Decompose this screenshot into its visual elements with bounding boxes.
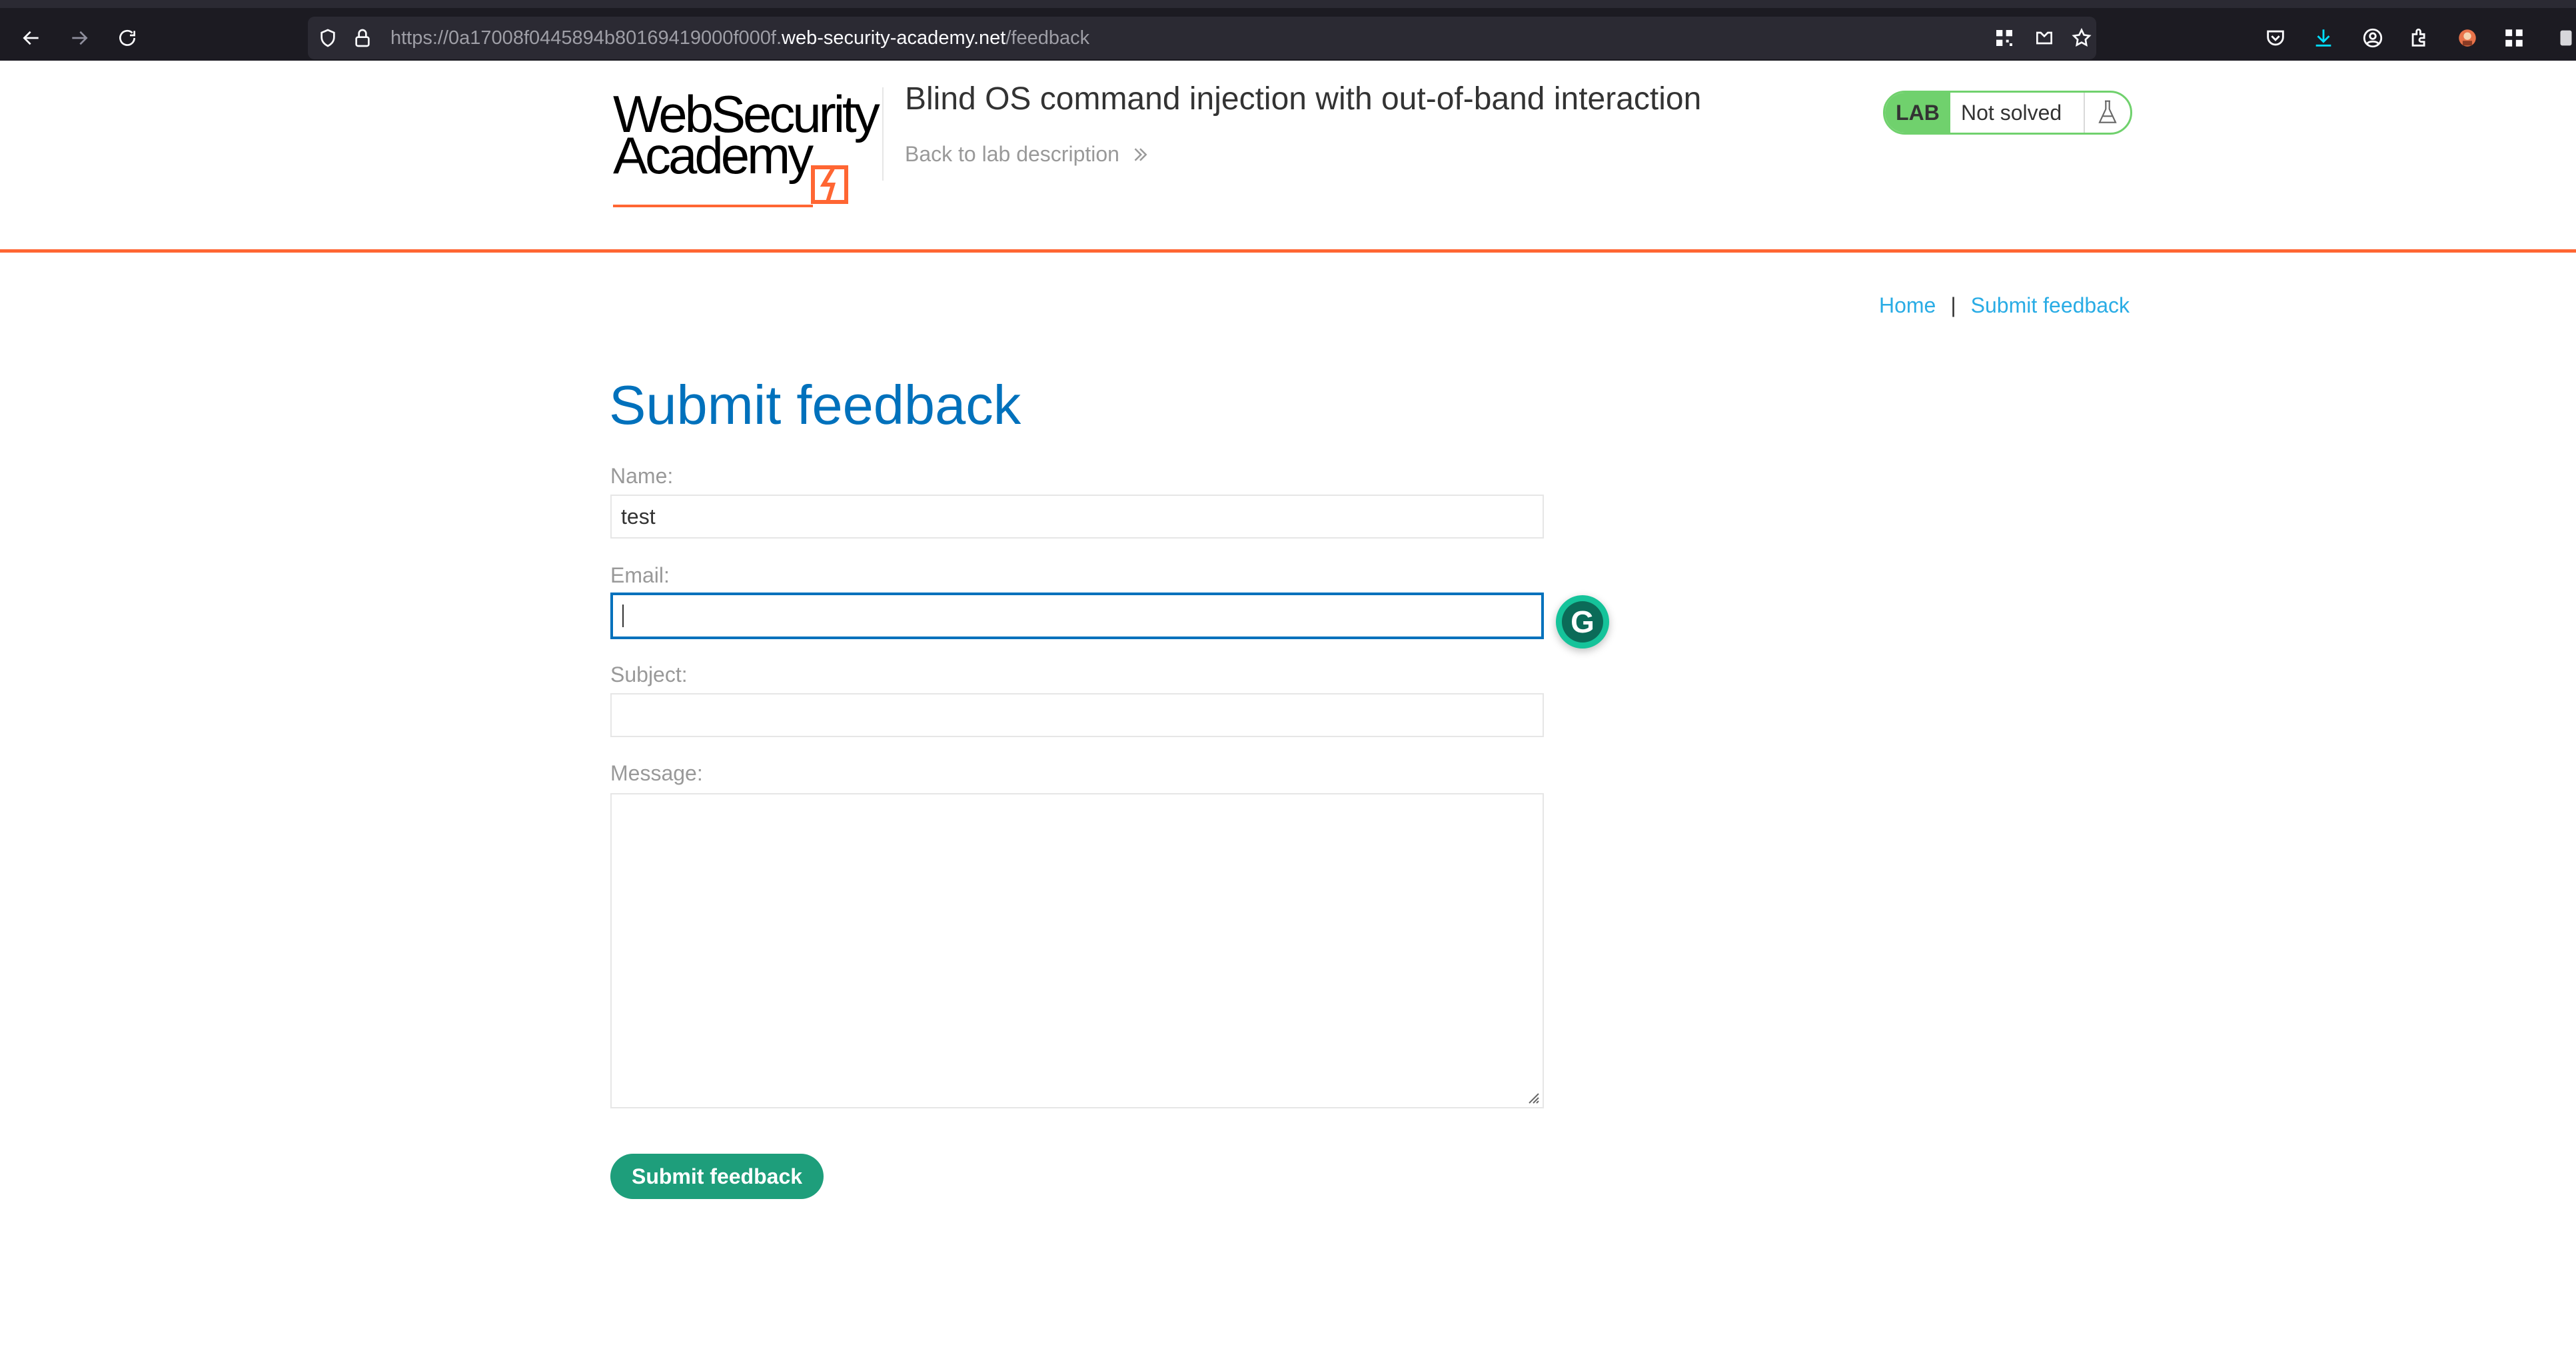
page-title: Submit feedback	[609, 374, 1021, 436]
lab-title: Blind OS command injection with out-of-b…	[905, 81, 1702, 117]
shield-icon[interactable]	[317, 27, 338, 49]
back-to-lab-description-link[interactable]: Back to lab description	[905, 142, 1150, 167]
lab-status-text: Not solved	[1961, 100, 2062, 125]
site-header: WebSecurity Academy Blind OS command inj…	[0, 61, 2576, 253]
logo-underline	[613, 205, 813, 207]
reload-icon[interactable]	[112, 23, 143, 53]
submit-feedback-button[interactable]: Submit feedback	[610, 1154, 824, 1199]
overflow-extension-icon[interactable]	[2555, 27, 2575, 49]
bookmark-star-icon[interactable]	[2071, 27, 2092, 49]
header-divider	[882, 87, 884, 181]
lock-icon[interactable]	[352, 27, 373, 49]
breadcrumb-home-link[interactable]: Home	[1879, 293, 1936, 318]
email-field[interactable]	[610, 593, 1544, 639]
message-label: Message:	[610, 761, 703, 785]
qr-code-icon[interactable]	[1994, 27, 2015, 49]
url-text[interactable]: https://0a17008f0445894b80169419000f000f…	[390, 17, 1089, 59]
account-icon[interactable]	[2361, 27, 2384, 49]
subject-field[interactable]	[610, 693, 1544, 737]
download-icon[interactable]	[2312, 27, 2335, 49]
url-bar[interactable]: https://0a17008f0445894b80169419000f000f…	[308, 17, 2096, 59]
extensions-icon[interactable]	[2408, 27, 2431, 49]
back-arrow-icon[interactable]	[16, 23, 47, 53]
lab-badge: LAB	[1885, 93, 1950, 133]
browser-toolbar: https://0a17008f0445894b80169419000f000f…	[0, 0, 2576, 61]
pocket-icon[interactable]	[2264, 27, 2287, 49]
back-link-label: Back to lab description	[905, 142, 1119, 166]
lab-status-widget: LAB Not solved	[1883, 91, 2132, 135]
reader-view-icon[interactable]	[2034, 27, 2055, 49]
breadcrumb-separator: |	[1950, 293, 1956, 317]
text-caret	[622, 605, 624, 627]
breadcrumb: Home | Submit feedback	[1879, 293, 2130, 318]
breadcrumb-submit-feedback-link[interactable]: Submit feedback	[1971, 293, 2130, 318]
message-textarea[interactable]	[610, 793, 1544, 1108]
name-label: Name:	[610, 464, 674, 488]
resize-grip-icon[interactable]	[1525, 1090, 1540, 1104]
subject-label: Subject:	[610, 663, 688, 686]
apps-grid-icon[interactable]	[2503, 27, 2525, 49]
double-chevron-right-icon	[1134, 147, 1147, 161]
logo-bolt-icon	[811, 165, 848, 204]
grammarly-icon[interactable]: G	[1556, 595, 1609, 649]
email-label: Email:	[610, 563, 670, 587]
header-orange-rule	[0, 249, 2576, 253]
flask-icon	[2084, 93, 2130, 133]
web-security-academy-logo[interactable]: WebSecurity Academy	[613, 87, 880, 207]
extension-avatar-icon[interactable]	[2456, 27, 2479, 49]
name-field[interactable]: test	[610, 495, 1544, 539]
forward-arrow-icon[interactable]	[64, 23, 95, 53]
